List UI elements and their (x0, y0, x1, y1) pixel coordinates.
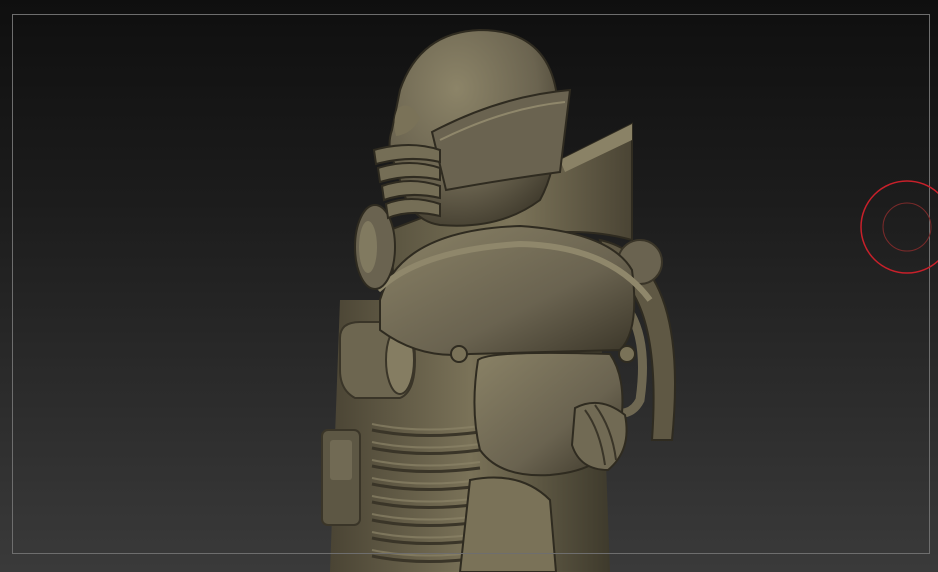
mask-filter-inner (359, 221, 377, 273)
forearm (458, 476, 558, 572)
document-canvas[interactable] (0, 0, 938, 572)
side-pouch-lower-detail (330, 440, 352, 480)
shoulder-rivet-back (618, 345, 636, 363)
shoulder-rivet-front (450, 345, 468, 363)
sculpt-model[interactable] (0, 0, 938, 572)
brush-cursor-icon (860, 180, 938, 274)
